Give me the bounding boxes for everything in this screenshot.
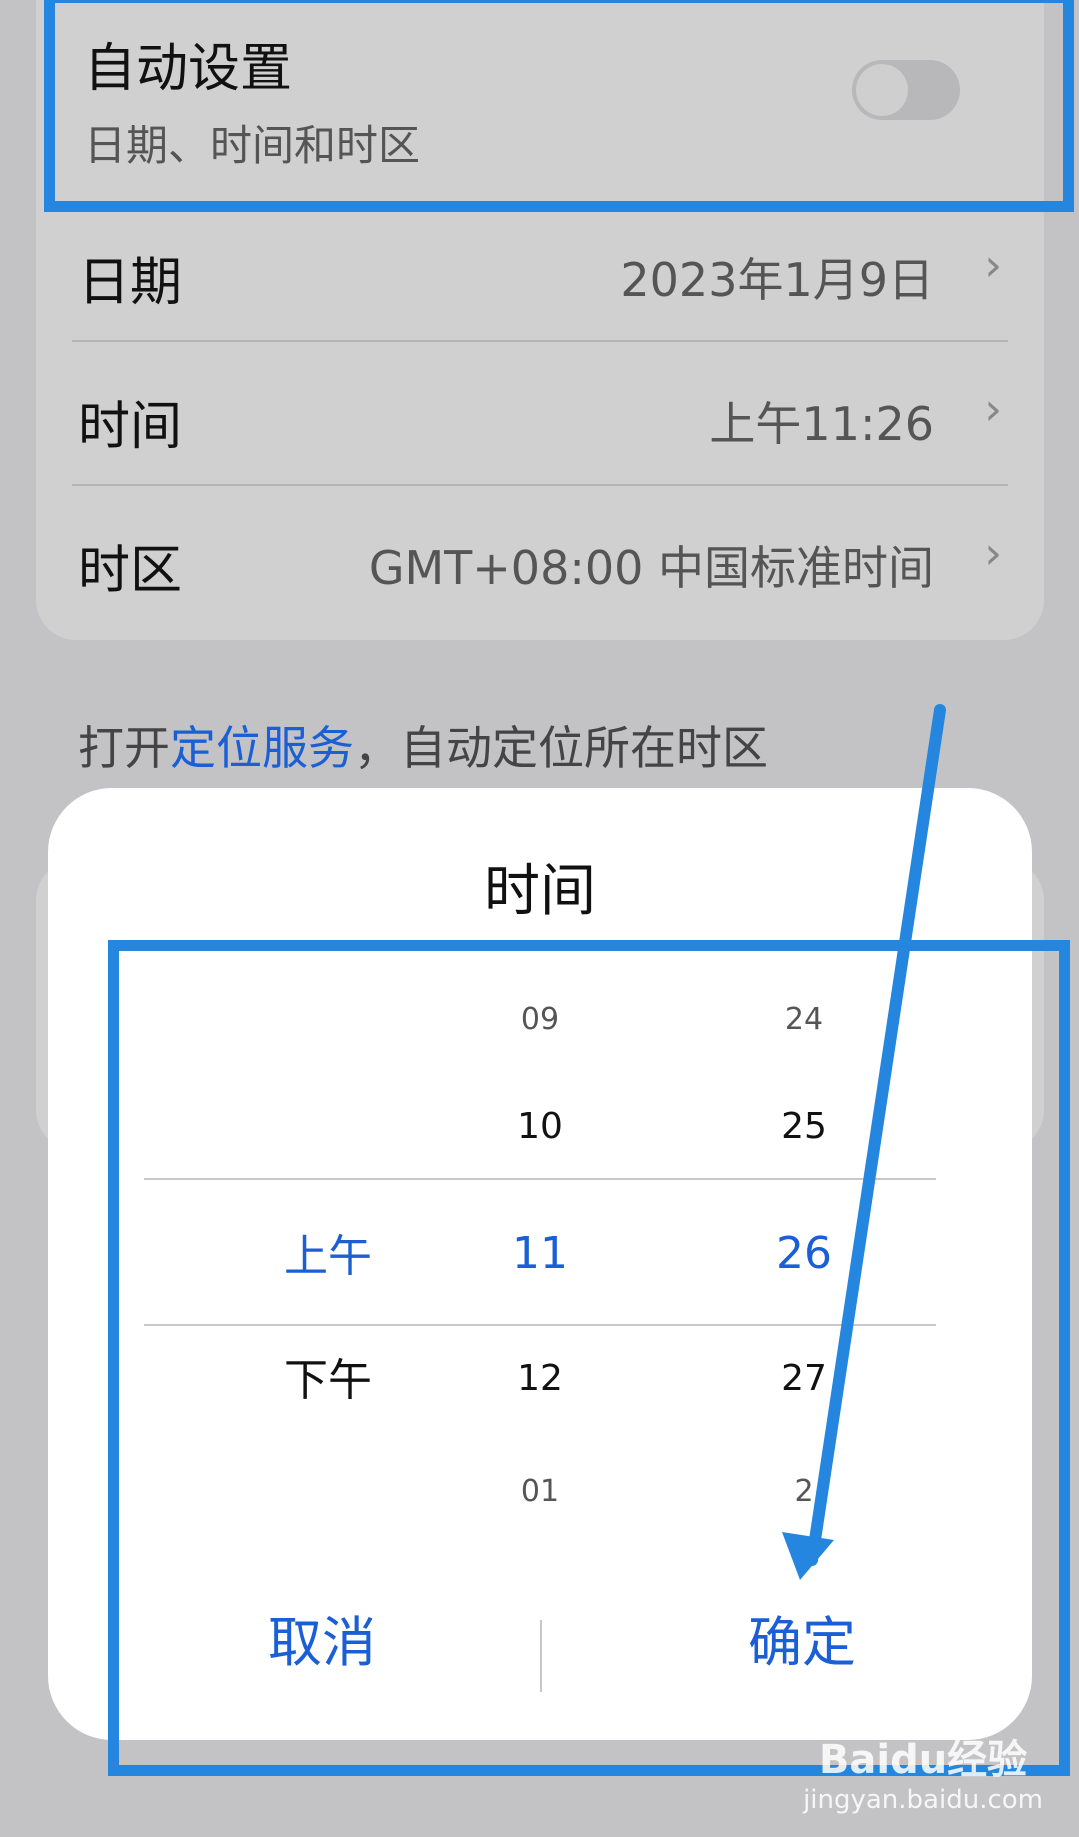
timezone-label: 时区 [78,541,183,601]
dialog-title: 时间 [484,859,596,924]
date-row[interactable]: 日期 2023年1月9日 › [36,200,1044,340]
location-footnote: 打开定位服务，自动定位所在时区 [78,712,768,778]
footnote-suffix: ，自动定位所在时区 [354,721,768,775]
time-row[interactable]: 时间 上午11:26 › [36,342,1044,484]
date-value: 2023年1月9日 [620,253,934,307]
chevron-right-icon: › [984,240,1002,291]
chevron-right-icon: › [984,528,1002,579]
chevron-right-icon: › [984,384,1002,435]
highlight-box-picker [108,940,1070,1776]
location-service-link[interactable]: 定位服务 [170,721,354,775]
timezone-row[interactable]: 时区 GMT+08:00 中国标准时间 › [36,486,1044,636]
footnote-prefix: 打开 [78,721,170,775]
watermark-brand: Baidu经验 [818,1737,1028,1783]
watermark: Baidu经验 jingyan.baidu.com [803,1727,1043,1815]
date-label: 日期 [78,253,183,313]
time-value: 上午11:26 [709,397,934,451]
watermark-url: jingyan.baidu.com [803,1785,1043,1815]
time-label: 时间 [78,397,183,457]
timezone-value: GMT+08:00 中国标准时间 [368,541,934,595]
highlight-box-auto-setting [44,0,1074,212]
